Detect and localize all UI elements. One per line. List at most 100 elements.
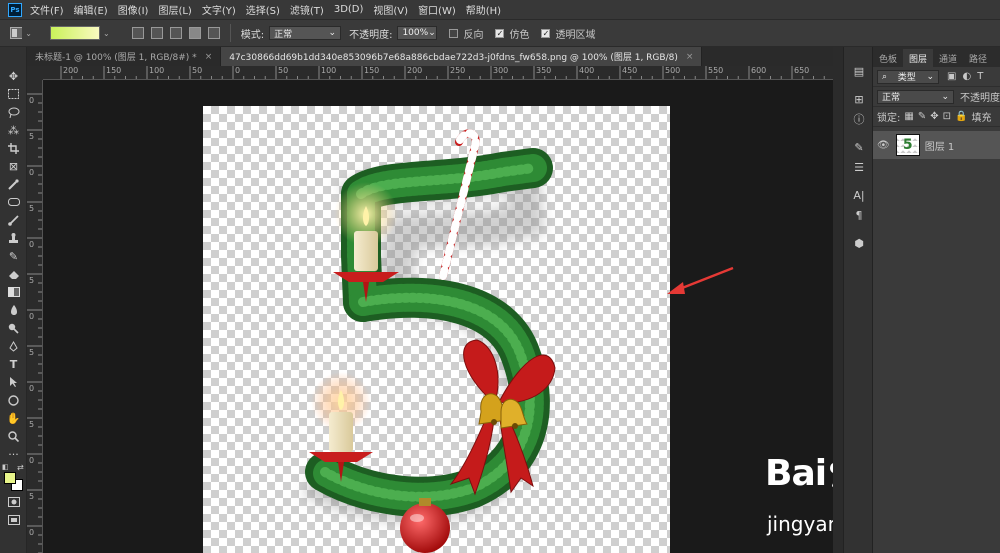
tab-layers[interactable]: 图层 (903, 49, 934, 67)
tool-preset-picker[interactable]: ⌄ (10, 25, 32, 41)
blend-row: 正常 ⌄ 不透明度 (873, 87, 1000, 107)
properties-icon[interactable]: ⊞ (844, 89, 874, 109)
ruler-label: 200 (63, 66, 79, 75)
reverse-checkbox[interactable]: 反向 (449, 26, 483, 41)
blend-mode-select[interactable]: 正常 ⌄ (877, 89, 954, 104)
menu-filter[interactable]: 滤镜(T) (290, 2, 324, 17)
linear-gradient-button[interactable] (131, 27, 144, 39)
close-icon[interactable]: × (205, 52, 213, 62)
angle-gradient-button[interactable] (169, 27, 182, 39)
dither-checkbox[interactable]: ✓ 仿色 (495, 26, 529, 41)
menu-select[interactable]: 选择(S) (246, 2, 280, 17)
screen-mode-icon[interactable] (0, 511, 27, 529)
search-icon: ⌕ (882, 71, 888, 82)
tab-label: 未标题-1 @ 100% (图层 1, RGB/8#) * (35, 53, 197, 63)
frame-tool-icon[interactable]: ⊠ (0, 157, 27, 175)
tab-paths[interactable]: 路径 (963, 49, 993, 67)
filter-type-icon[interactable]: T (977, 71, 983, 82)
menu-window[interactable]: 窗口(W) (418, 2, 456, 17)
brush-tool-icon[interactable] (0, 211, 27, 229)
gradient-tool-icon[interactable] (0, 283, 27, 301)
paragraph-icon[interactable]: ¶ (844, 205, 874, 225)
adjustments-icon[interactable]: ☰ (844, 157, 874, 177)
filter-pixel-icon[interactable]: ▣ (947, 71, 956, 82)
lock-position-icon[interactable]: ✥ (930, 111, 938, 122)
vertical-ruler[interactable]: 0 5 0 5 0 5 0 5 0 5 0 5 0 (27, 80, 43, 553)
marquee-tool-icon[interactable] (0, 85, 27, 103)
ruler-label: 0 (29, 168, 35, 177)
gradient-picker[interactable] (50, 26, 100, 40)
menu-layer[interactable]: 图层(L) (158, 2, 191, 17)
menu-image[interactable]: 图像(I) (118, 2, 149, 17)
tab-png-document[interactable]: 47c30866dd69b1dd340e853096b7e68a886cbdae… (221, 47, 703, 66)
document-canvas[interactable] (203, 106, 670, 553)
close-icon[interactable]: × (686, 52, 694, 62)
eraser-tool-icon[interactable] (0, 265, 27, 283)
quick-mask-icon[interactable] (0, 493, 27, 511)
brushes-icon[interactable]: ✎ (844, 137, 874, 157)
more-tools-icon[interactable]: ··· (0, 445, 27, 463)
dither-label: 仿色 (509, 29, 530, 41)
diamond-gradient-button[interactable] (207, 27, 220, 39)
menu-edit[interactable]: 编辑(E) (74, 2, 108, 17)
tab-label: 47c30866dd69b1dd340e853096b7e68a886cbdae… (229, 53, 678, 63)
radial-gradient-button[interactable] (150, 27, 163, 39)
lasso-tool-icon[interactable] (0, 103, 27, 121)
ruler-label: 0 (29, 240, 35, 249)
mode-select[interactable]: 正常 ⌄ (269, 26, 342, 40)
layer-row[interactable]: 👁 5 图层 1 (873, 131, 1000, 159)
vertical-scrollbar[interactable] (833, 47, 843, 553)
magic-wand-tool-icon[interactable]: ⁂ (0, 121, 27, 139)
tab-channels[interactable]: 通道 (933, 49, 963, 67)
menu-file[interactable]: 文件(F) (30, 2, 64, 17)
blur-tool-icon[interactable] (0, 301, 27, 319)
ruler-label: 0 (29, 312, 35, 321)
healing-brush-tool-icon[interactable] (0, 193, 27, 211)
swap-colors-icon[interactable]: ⇄ (17, 463, 24, 472)
move-tool-icon[interactable]: ✥ (0, 67, 27, 85)
crop-tool-icon[interactable] (0, 139, 27, 157)
filter-adjustment-icon[interactable]: ◐ (962, 71, 971, 82)
3d-icon[interactable]: ⬢ (844, 233, 874, 253)
ruler-label: 5 (29, 420, 35, 429)
menu-3d[interactable]: 3D(D) (334, 4, 364, 15)
dodge-tool-icon[interactable] (0, 319, 27, 337)
info-icon[interactable]: ⓘ (844, 109, 874, 129)
zoom-tool-icon[interactable] (0, 427, 27, 445)
clone-stamp-tool-icon[interactable] (0, 229, 27, 247)
foreground-color-swatch[interactable] (4, 472, 16, 484)
ruler-label: 0 (29, 384, 35, 393)
type-tool-icon[interactable]: T (0, 355, 27, 373)
reflected-gradient-button[interactable] (188, 27, 201, 39)
gradient-dropdown-icon[interactable]: ⌄ (103, 29, 110, 38)
pen-tool-icon[interactable] (0, 337, 27, 355)
opacity-input[interactable]: 100% ⌄ (397, 26, 438, 40)
eye-icon[interactable]: 👁 (877, 140, 890, 151)
ellipse-tool-icon[interactable] (0, 391, 27, 409)
photoshop-logo-icon: Ps (8, 2, 22, 17)
lock-all-icon[interactable]: 🔒 (955, 111, 967, 122)
tab-untitled[interactable]: 未标题-1 @ 100% (图层 1, RGB/8#) * × (27, 47, 222, 66)
canvas-area[interactable]: Bai经验 jingyan.baidu.com (43, 80, 833, 553)
character-icon[interactable]: A| (844, 185, 874, 205)
watermark-url: jingyan.baidu.com (767, 512, 833, 536)
layer-filter-select[interactable]: ⌕ 类型 ⌄ (877, 69, 939, 84)
color-swatches: ◧ ⇄ (0, 463, 26, 493)
menu-help[interactable]: 帮助(H) (466, 2, 501, 17)
path-selection-tool-icon[interactable] (0, 373, 27, 391)
history-brush-tool-icon[interactable]: ✎ (0, 247, 27, 265)
ruler-label: 350 (536, 66, 552, 75)
menu-type[interactable]: 文字(Y) (202, 2, 236, 17)
history-icon[interactable]: ▤ (844, 61, 874, 81)
lock-pixels-icon[interactable]: ▦ (904, 111, 913, 122)
transparency-checkbox[interactable]: ✓ 透明区域 (541, 26, 595, 41)
lock-artboard-icon[interactable]: ⊡ (943, 111, 951, 122)
tab-swatches[interactable]: 色板 (873, 49, 903, 67)
menu-view[interactable]: 视图(V) (373, 2, 408, 17)
ruler-label: 600 (751, 66, 767, 75)
horizontal-ruler[interactable]: 200 150 100 50 0 50 100 150 200 250 300 350 400 450 50… (43, 66, 833, 80)
default-colors-icon[interactable]: ◧ (2, 463, 9, 471)
lock-paint-icon[interactable]: ✎ (918, 111, 926, 122)
hand-tool-icon[interactable]: ✋ (0, 409, 27, 427)
eyedropper-tool-icon[interactable] (0, 175, 27, 193)
